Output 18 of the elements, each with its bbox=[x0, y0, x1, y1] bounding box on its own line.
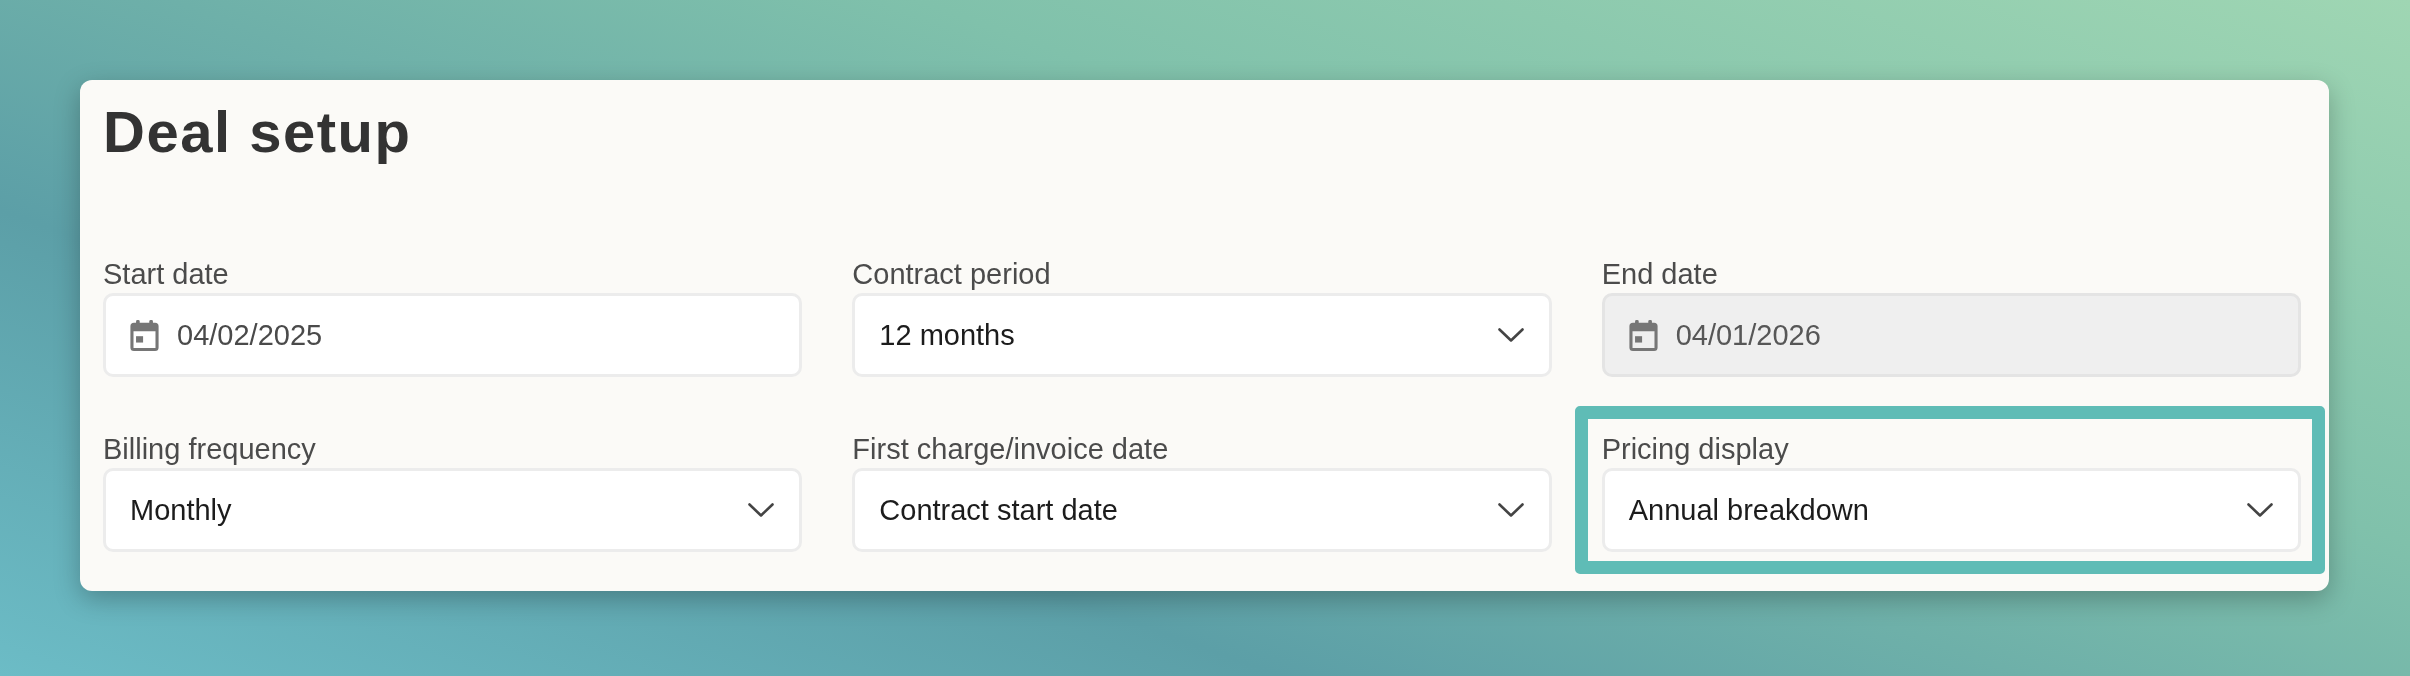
calendar-icon bbox=[1628, 319, 1658, 351]
dropdown-field[interactable]: Monthly bbox=[103, 468, 803, 552]
calendar-icon bbox=[130, 319, 159, 351]
field-label: Pricing display bbox=[1601, 432, 1790, 467]
dropdown-field[interactable]: Contract start date bbox=[852, 468, 1552, 552]
field-label: Contract period bbox=[852, 257, 1052, 292]
dropdown-field[interactable]: 12 months bbox=[852, 293, 1552, 377]
field-label: Start date bbox=[103, 257, 230, 292]
field-label: Billing frequency bbox=[103, 432, 317, 467]
date-field[interactable]: 04/02/2025 bbox=[103, 293, 803, 377]
dropdown-field[interactable]: Annual breakdown bbox=[1601, 468, 2301, 552]
chevron-down-icon bbox=[1497, 503, 1524, 517]
field-label: First charge/invoice date bbox=[852, 432, 1170, 467]
chevron-down-icon bbox=[748, 503, 775, 517]
chevron-down-icon bbox=[1497, 328, 1524, 342]
field-label: End date bbox=[1601, 257, 1719, 292]
chevron-down-icon bbox=[2247, 503, 2273, 517]
page-title: Deal setup bbox=[103, 98, 412, 166]
